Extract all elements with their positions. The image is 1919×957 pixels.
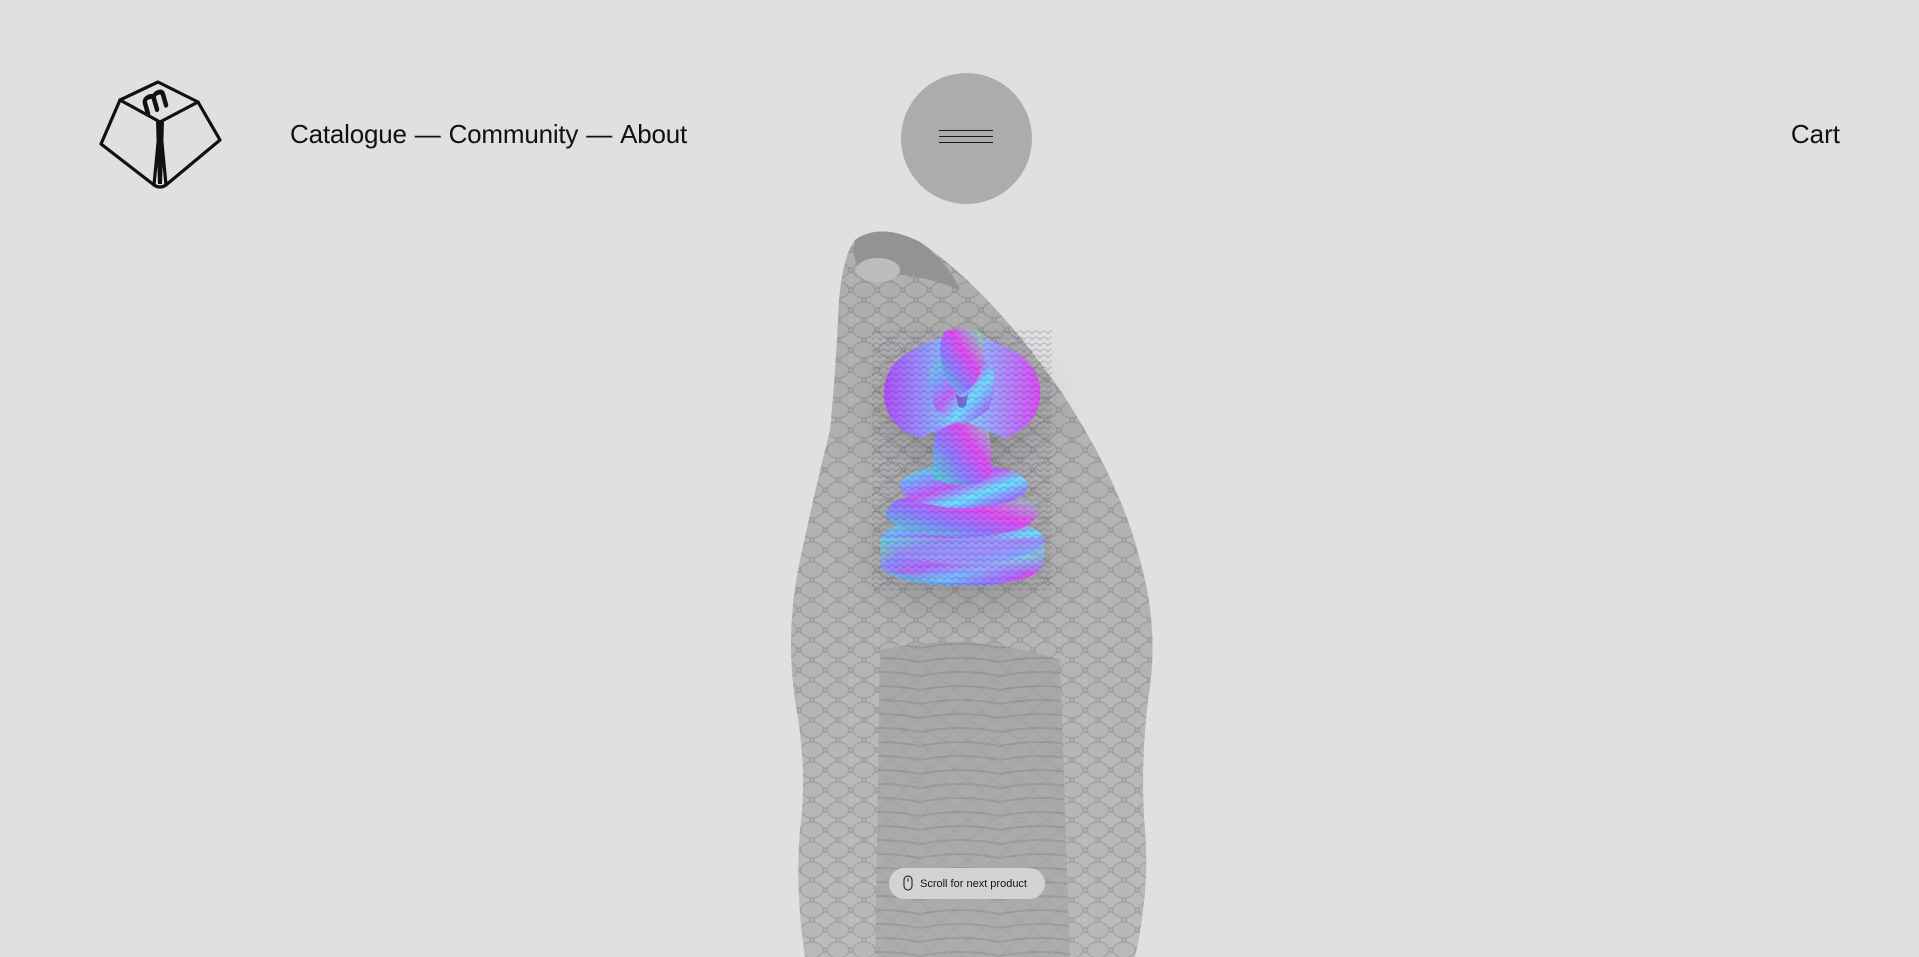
nav-separator: — bbox=[414, 119, 441, 149]
cobra-keycap-product-image[interactable] bbox=[872, 328, 1052, 590]
menu-button[interactable] bbox=[901, 73, 1032, 204]
cart-link[interactable]: Cart bbox=[1791, 117, 1840, 151]
mouse-scroll-icon bbox=[903, 875, 913, 891]
nav-separator: — bbox=[586, 119, 613, 149]
nav-community-link[interactable]: Community bbox=[449, 119, 579, 149]
scroll-hint-text: Scroll for next product bbox=[920, 877, 1027, 890]
hamburger-icon bbox=[939, 130, 993, 148]
scroll-hint: Scroll for next product bbox=[889, 868, 1045, 899]
page: Catalogue — Community — About Cart Scrol… bbox=[0, 0, 1919, 957]
keycap-logo-icon[interactable] bbox=[98, 78, 224, 190]
main-nav: Catalogue — Community — About bbox=[290, 117, 687, 151]
nav-about-link[interactable]: About bbox=[620, 119, 687, 149]
nav-catalogue-link[interactable]: Catalogue bbox=[290, 119, 407, 149]
